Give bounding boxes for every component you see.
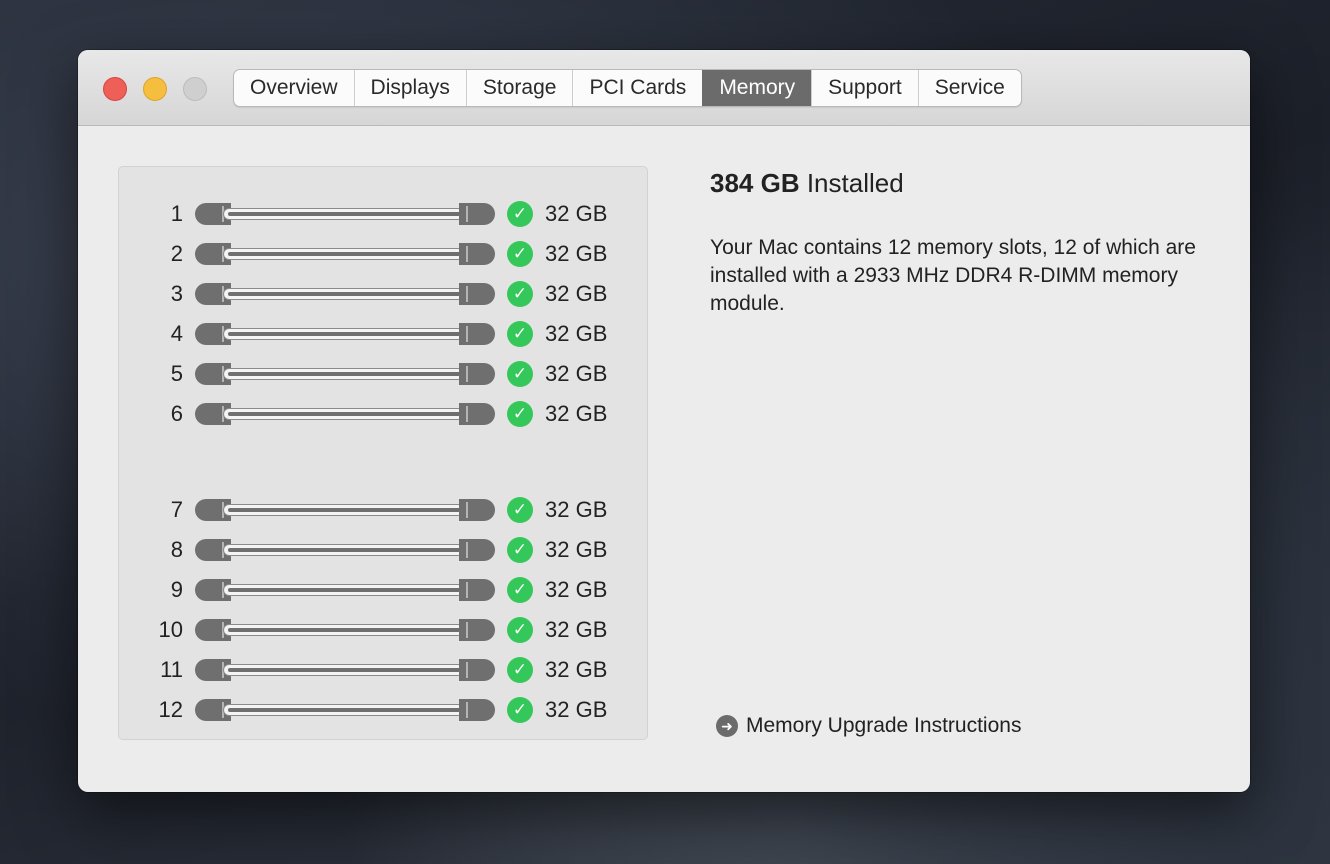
slot-size: 32 GB [545, 577, 608, 602]
checkmark-icon: ✓ [507, 361, 533, 387]
dimm-module-icon [195, 539, 495, 561]
minimize-button[interactable] [143, 77, 167, 101]
checkmark-icon: ✓ [507, 537, 533, 563]
slot-size: 32 GB [545, 281, 608, 306]
dimm-module-icon [195, 499, 495, 521]
tab-pci-cards[interactable]: PCI Cards [572, 70, 702, 106]
memory-slot: 4 ✓ 32 GB [119, 319, 649, 349]
memory-slot: 7 ✓ 32 GB [119, 495, 649, 525]
slot-size: 32 GB [545, 201, 608, 226]
dimm-module-icon [195, 283, 495, 305]
memory-slot: 10 ✓ 32 GB [119, 615, 649, 645]
close-button[interactable] [103, 77, 127, 101]
slot-number: 1 [170, 201, 183, 226]
slot-size: 32 GB [545, 241, 608, 266]
dimm-module-icon [195, 363, 495, 385]
slot-size: 32 GB [545, 697, 608, 722]
slot-number: 3 [170, 281, 183, 306]
slot-size: 32 GB [545, 321, 608, 346]
slot-size: 32 GB [545, 617, 608, 642]
memory-upgrade-link-label: Memory Upgrade Instructions [746, 714, 1022, 737]
tab-bar: Overview Displays Storage PCI Cards Memo… [233, 69, 1022, 107]
memory-slot: 8 ✓ 32 GB [119, 535, 649, 565]
checkmark-icon: ✓ [507, 281, 533, 307]
slot-number: 9 [170, 577, 183, 602]
installed-memory-heading: 384 GB Installed [710, 168, 904, 199]
slot-number: 4 [170, 321, 183, 346]
tab-memory[interactable]: Memory [702, 70, 812, 106]
memory-upgrade-link[interactable]: ➜ Memory Upgrade Instructions [716, 714, 1021, 738]
slot-number: 10 [158, 617, 183, 642]
memory-slot: 6 ✓ 32 GB [119, 399, 649, 429]
tab-storage[interactable]: Storage [465, 70, 573, 106]
checkmark-icon: ✓ [507, 201, 533, 227]
checkmark-icon: ✓ [507, 401, 533, 427]
slot-number: 12 [158, 697, 183, 722]
checkmark-icon: ✓ [507, 321, 533, 347]
memory-slot: 9 ✓ 32 GB [119, 575, 649, 605]
memory-slot: 11 ✓ 32 GB [119, 655, 649, 685]
checkmark-icon: ✓ [507, 657, 533, 683]
dimm-module-icon [195, 699, 495, 721]
memory-slot: 12 ✓ 32 GB [119, 695, 649, 725]
checkmark-icon: ✓ [507, 241, 533, 267]
slot-size: 32 GB [545, 537, 608, 562]
slot-number: 7 [170, 497, 183, 522]
slot-number: 8 [170, 537, 183, 562]
slot-size: 32 GB [545, 497, 608, 522]
checkmark-icon: ✓ [507, 617, 533, 643]
memory-slot: 1 ✓ 32 GB [119, 199, 649, 229]
slot-size: 32 GB [545, 401, 608, 426]
arrow-circle-right-icon: ➜ [716, 715, 738, 737]
zoom-button[interactable] [183, 77, 207, 101]
dimm-module-icon [195, 323, 495, 345]
dimm-module-icon [195, 203, 495, 225]
tab-overview[interactable]: Overview [234, 70, 354, 106]
checkmark-icon: ✓ [507, 497, 533, 523]
tab-support[interactable]: Support [811, 70, 918, 106]
tab-displays[interactable]: Displays [353, 70, 466, 106]
dimm-module-icon [195, 619, 495, 641]
memory-slot: 5 ✓ 32 GB [119, 359, 649, 389]
dimm-module-icon [195, 403, 495, 425]
tab-service[interactable]: Service [917, 70, 1021, 106]
dimm-module-icon [195, 243, 495, 265]
slot-number: 5 [170, 361, 183, 386]
slot-size: 32 GB [545, 361, 608, 386]
memory-slot: 3 ✓ 32 GB [119, 279, 649, 309]
slot-size: 32 GB [545, 657, 608, 682]
slot-number: 11 [160, 657, 183, 682]
dimm-module-icon [195, 659, 495, 681]
memory-description: Your Mac contains 12 memory slots, 12 of… [710, 236, 1196, 315]
memory-slot: 2 ✓ 32 GB [119, 239, 649, 269]
slot-number: 6 [170, 401, 183, 426]
installed-memory-total: 384 GB [710, 168, 800, 198]
checkmark-icon: ✓ [507, 577, 533, 603]
memory-slot-panel: 1 ✓ 32 GB 2 ✓ 32 GB 3 ✓ 32 GB 4 ✓ 32 GB … [118, 166, 648, 740]
dimm-module-icon [195, 579, 495, 601]
checkmark-icon: ✓ [507, 697, 533, 723]
titlebar: Overview Displays Storage PCI Cards Memo… [78, 50, 1250, 126]
about-this-mac-window: Overview Displays Storage PCI Cards Memo… [78, 50, 1250, 792]
slot-number: 2 [170, 241, 183, 266]
installed-memory-suffix: Installed [799, 168, 904, 198]
